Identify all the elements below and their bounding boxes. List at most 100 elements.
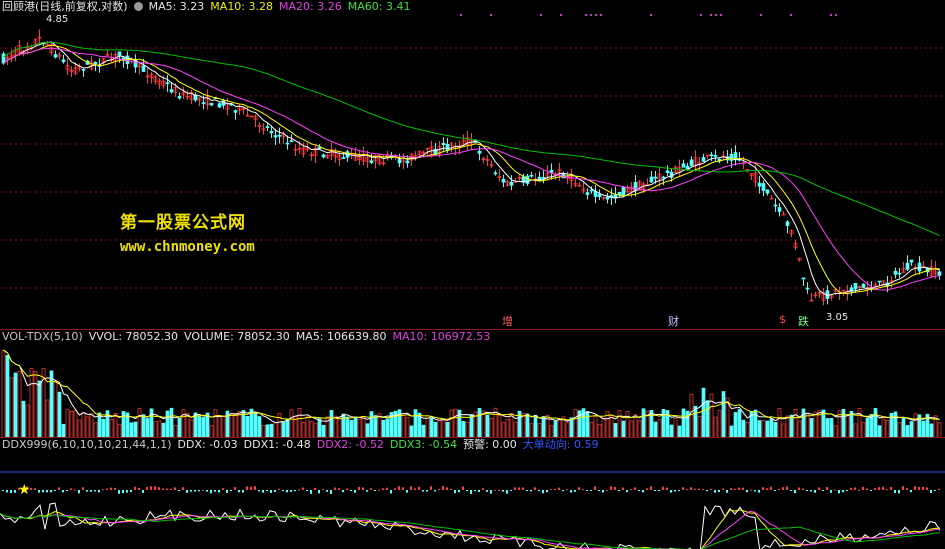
ddx-bar bbox=[258, 490, 260, 492]
volume-bar bbox=[285, 418, 290, 438]
volume-panel[interactable]: VOL-TDX(5,10) VVOL: 78052.30 VOLUME: 78052… bbox=[0, 329, 945, 438]
ddx-bar bbox=[914, 486, 916, 490]
ddx-bar bbox=[866, 488, 868, 490]
ddx-bar bbox=[894, 490, 896, 493]
ddx-bar bbox=[718, 490, 720, 493]
candle-body bbox=[589, 189, 594, 192]
ddx-bar bbox=[546, 490, 548, 493]
volume-bar bbox=[13, 372, 18, 438]
ddx-bar bbox=[910, 490, 912, 493]
volume-bar bbox=[617, 410, 622, 438]
ddx-chart[interactable]: ★ bbox=[0, 438, 945, 549]
volume-bar bbox=[349, 419, 354, 438]
ddx-bar bbox=[322, 489, 324, 491]
ddx-bar bbox=[938, 488, 940, 490]
ddx-bar bbox=[918, 486, 920, 490]
ddx-bar bbox=[842, 490, 844, 493]
ddx-bar bbox=[374, 490, 376, 491]
volume-bar bbox=[385, 418, 390, 438]
candle-body bbox=[405, 160, 410, 164]
volume-bar bbox=[781, 423, 786, 438]
event-marker-finance[interactable]: 财 bbox=[668, 313, 679, 329]
ddx-bar bbox=[110, 487, 112, 490]
volume-bar bbox=[65, 408, 70, 438]
ddx-bar bbox=[470, 490, 472, 494]
candle-body bbox=[861, 283, 866, 288]
ddx-bar bbox=[370, 488, 372, 490]
ddx-bar bbox=[386, 487, 388, 490]
ddx-bar bbox=[758, 490, 760, 493]
volume-bar bbox=[637, 420, 642, 438]
event-marker-dollar[interactable]: $ bbox=[779, 313, 786, 326]
ddx-bar bbox=[314, 487, 316, 490]
ddx-bar bbox=[634, 487, 636, 490]
ddx-bar bbox=[790, 490, 792, 491]
ddx-bar bbox=[338, 488, 340, 490]
candle-body bbox=[689, 159, 694, 166]
volume-bar bbox=[189, 419, 194, 438]
event-marker-fall[interactable]: 跌 bbox=[798, 313, 809, 329]
volume-bar bbox=[613, 423, 618, 438]
watermark-url: www.chnmoney.com bbox=[120, 239, 255, 255]
volume-bar bbox=[257, 416, 262, 438]
volume-chart[interactable] bbox=[0, 330, 945, 438]
volume-bar bbox=[845, 413, 850, 438]
volume-bar bbox=[785, 415, 790, 438]
volume-bar bbox=[221, 416, 226, 438]
ddx-bar bbox=[178, 490, 180, 491]
ddx-bar bbox=[786, 486, 788, 490]
volume-bar bbox=[609, 415, 614, 438]
candle-body bbox=[765, 189, 770, 194]
volume-bar bbox=[573, 409, 578, 438]
ddx1-label: DDX1: -0.48 bbox=[243, 438, 311, 451]
gear-icon[interactable] bbox=[133, 2, 143, 11]
ddx-bar bbox=[130, 490, 132, 493]
volume-bar bbox=[721, 391, 726, 438]
candle-body bbox=[321, 154, 326, 158]
volume-bar bbox=[365, 423, 370, 438]
volume-bar bbox=[333, 415, 338, 438]
volume-bar bbox=[657, 419, 662, 438]
ma60-label: MA60: 3.41 bbox=[347, 0, 411, 13]
ddx-bar bbox=[506, 490, 508, 494]
ddx-bar bbox=[334, 487, 336, 490]
candle-body bbox=[665, 170, 670, 173]
price-chart-panel[interactable]: 回顾港(日线,前复权,对数) MA5: 3.23 MA10: 3.28 MA20: 3… bbox=[0, 0, 945, 329]
volume-bar bbox=[541, 416, 546, 438]
ddx-panel[interactable]: ★ DDX999(6,10,10,10,21,44,1,1) DDX: -0.03… bbox=[0, 437, 945, 549]
candle-body bbox=[877, 280, 882, 283]
ddx-bar bbox=[862, 486, 864, 490]
candle-body bbox=[653, 176, 658, 179]
ddx-bar bbox=[446, 487, 448, 490]
candle-body bbox=[713, 155, 718, 157]
ddx-bar bbox=[526, 490, 528, 491]
ddx-bar bbox=[234, 487, 236, 490]
volume-bar bbox=[805, 412, 810, 438]
volume-bar bbox=[485, 414, 490, 438]
volume-bar bbox=[37, 380, 42, 438]
ddx-bar bbox=[658, 490, 660, 491]
volume-bar bbox=[133, 421, 138, 438]
ddx-bar bbox=[494, 489, 496, 491]
volume-bar bbox=[741, 419, 746, 438]
volume-bar bbox=[601, 418, 606, 438]
ddx-bar bbox=[2, 490, 4, 491]
volume-bar bbox=[453, 408, 458, 438]
price-chart[interactable] bbox=[0, 0, 945, 329]
volume-bar bbox=[445, 422, 450, 438]
event-marker-increase[interactable]: 增 bbox=[502, 313, 513, 329]
volume-bar bbox=[533, 414, 538, 438]
volume-bar bbox=[529, 423, 534, 438]
volume-bar bbox=[629, 420, 634, 438]
volume-bar bbox=[337, 416, 342, 438]
volume-bar bbox=[137, 407, 142, 438]
volume-bar bbox=[673, 417, 678, 438]
volume-bar bbox=[149, 408, 154, 438]
candle-body bbox=[53, 54, 58, 58]
top-dot bbox=[540, 14, 542, 16]
low-price-label: 3.05 bbox=[826, 312, 849, 323]
candle-body bbox=[273, 135, 278, 138]
volume-bar bbox=[161, 422, 166, 438]
ddx-bar bbox=[158, 487, 160, 490]
ddx-bar bbox=[878, 487, 880, 490]
